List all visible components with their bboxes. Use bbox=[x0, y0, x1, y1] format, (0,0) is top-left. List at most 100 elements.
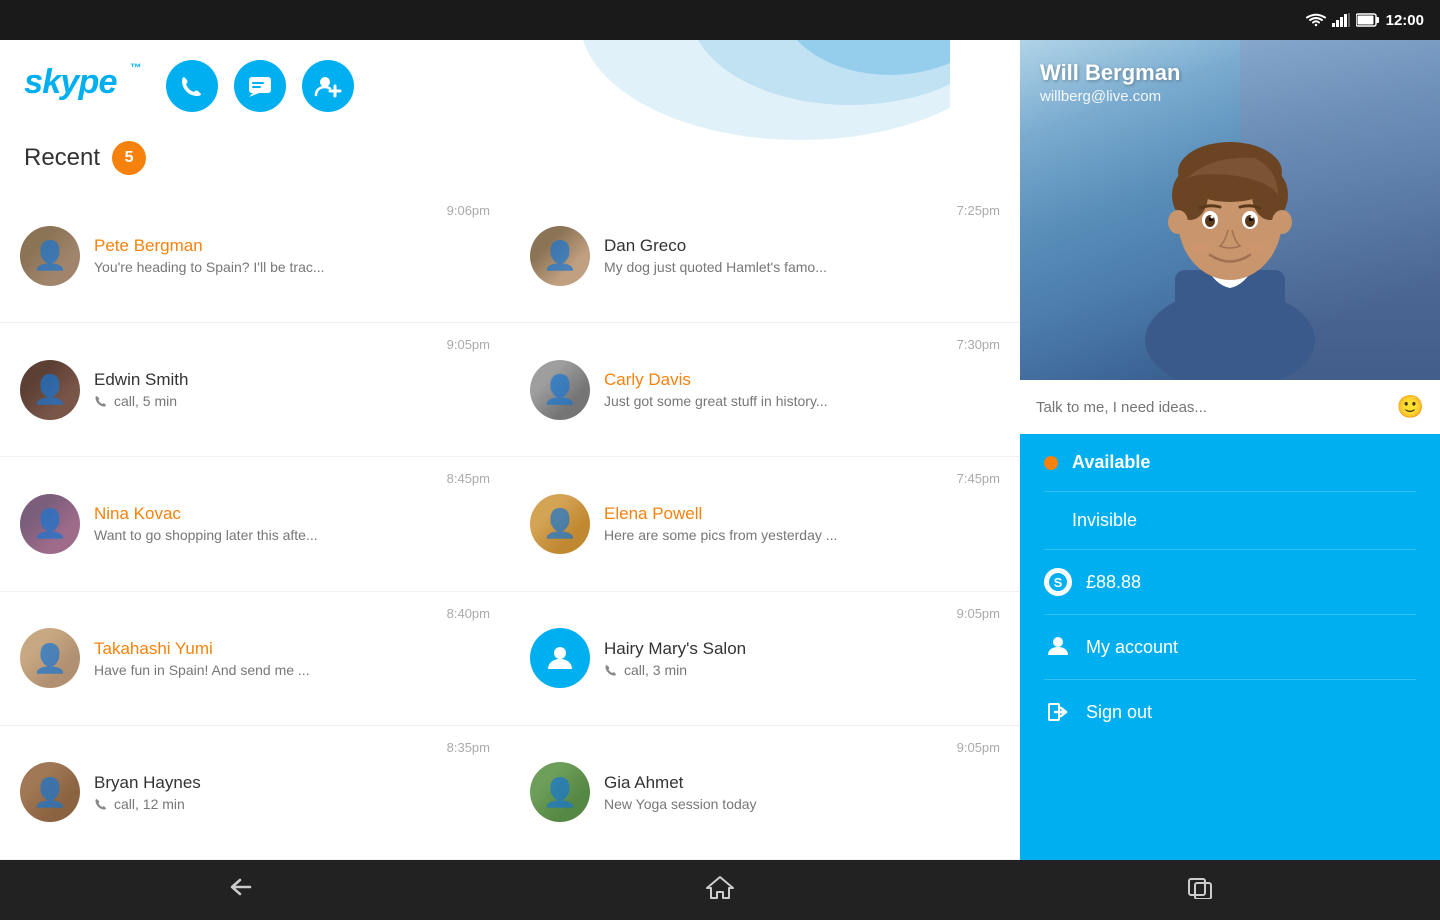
conv-info-nina: Nina Kovac Want to go shopping later thi… bbox=[94, 504, 433, 543]
conv-info-carly: Carly Davis Just got some great stuff in… bbox=[604, 370, 943, 409]
conversation-item-elena[interactable]: 👤 Elena Powell Here are some pics from y… bbox=[510, 457, 1020, 591]
available-status-item[interactable]: Available bbox=[1020, 434, 1440, 491]
conv-preview-taka: Have fun in Spain! And send me ... bbox=[94, 662, 433, 678]
battery-icon bbox=[1356, 13, 1380, 27]
conv-preview-gia: New Yoga session today bbox=[604, 796, 943, 812]
avatar-gia: 👤 bbox=[530, 762, 590, 822]
conversation-item-gia[interactable]: 👤 Gia Ahmet New Yoga session today 9:05p… bbox=[510, 726, 1020, 860]
recent-badge: 5 bbox=[112, 141, 146, 175]
conv-name-edwin: Edwin Smith bbox=[94, 370, 433, 390]
emoji-icon: 🙂 bbox=[1397, 394, 1424, 420]
conversation-item-hairy[interactable]: Hairy Mary's Salon call, 3 min 9:05pm bbox=[510, 592, 1020, 726]
back-button[interactable] bbox=[205, 867, 275, 914]
left-panel: skype ™ bbox=[0, 40, 1020, 860]
conv-name-gia: Gia Ahmet bbox=[604, 773, 943, 793]
avatar-nina: 👤 bbox=[20, 494, 80, 554]
conversation-item-taka[interactable]: 👤 Takahashi Yumi Have fun in Spain! And … bbox=[0, 592, 510, 726]
profile-photo-area: Will Bergman willberg@live.com bbox=[1020, 40, 1440, 380]
avatar-taka: 👤 bbox=[20, 628, 80, 688]
recent-apps-button[interactable] bbox=[1165, 867, 1235, 914]
conv-info-hairy: Hairy Mary's Salon call, 3 min bbox=[604, 639, 943, 678]
profile-avatar-illustration bbox=[1120, 100, 1340, 380]
avatar-elena: 👤 bbox=[530, 494, 590, 554]
skype-coin-icon: S bbox=[1044, 568, 1072, 596]
conv-info-bryan: Bryan Haynes call, 12 min bbox=[94, 773, 433, 812]
conv-name-elena: Elena Powell bbox=[604, 504, 943, 524]
svg-text:S: S bbox=[1054, 575, 1063, 590]
status-section: Available Invisible S £88.88 bbox=[1020, 434, 1440, 744]
my-account-label: My account bbox=[1086, 637, 1178, 658]
skype-logo: skype ™ bbox=[20, 56, 150, 115]
conv-time-carly: 7:30pm bbox=[957, 335, 1000, 352]
status-bar: 12:00 bbox=[0, 0, 1440, 40]
recent-header: Recent 5 bbox=[0, 131, 1020, 189]
conversation-item-dan[interactable]: 👤 Dan Greco My dog just quoted Hamlet's … bbox=[510, 189, 1020, 323]
call-info-edwin: call, 5 min bbox=[94, 393, 433, 409]
my-account-item[interactable]: My account bbox=[1020, 615, 1440, 679]
right-panel: Will Bergman willberg@live.com bbox=[1020, 40, 1440, 860]
conv-info-gia: Gia Ahmet New Yoga session today bbox=[604, 773, 943, 812]
conv-preview-hairy: call, 3 min bbox=[624, 662, 687, 678]
conversation-item-bryan[interactable]: 👤 Bryan Haynes call, 12 min 8:35pm bbox=[0, 726, 510, 860]
conv-name-carly: Carly Davis bbox=[604, 370, 943, 390]
conversations-list: 👤 Pete Bergman You're heading to Spain? … bbox=[0, 189, 1020, 860]
conversation-item-carly[interactable]: 👤 Carly Davis Just got some great stuff … bbox=[510, 323, 1020, 457]
mood-input-area[interactable]: 🙂 bbox=[1020, 380, 1440, 434]
conversation-item-pete[interactable]: 👤 Pete Bergman You're heading to Spain? … bbox=[0, 189, 510, 323]
mood-text-input[interactable] bbox=[1036, 399, 1387, 416]
conv-preview-carly: Just got some great stuff in history... bbox=[604, 393, 943, 409]
conv-time-elena: 7:45pm bbox=[957, 469, 1000, 486]
avatar-pete: 👤 bbox=[20, 226, 80, 286]
conv-preview-nina: Want to go shopping later this afte... bbox=[94, 527, 433, 543]
invisible-label: Invisible bbox=[1072, 510, 1137, 531]
conv-preview-edwin: call, 5 min bbox=[114, 393, 177, 409]
message-button[interactable] bbox=[234, 60, 286, 112]
conversation-item-nina[interactable]: 👤 Nina Kovac Want to go shopping later t… bbox=[0, 457, 510, 591]
conv-preview-pete: You're heading to Spain? I'll be trac... bbox=[94, 259, 433, 275]
sign-out-label: Sign out bbox=[1086, 702, 1152, 723]
available-label: Available bbox=[1072, 452, 1150, 473]
home-button[interactable] bbox=[685, 866, 755, 915]
conv-preview-elena: Here are some pics from yesterday ... bbox=[604, 527, 943, 543]
conv-info-pete: Pete Bergman You're heading to Spain? I'… bbox=[94, 236, 433, 275]
avatar-carly: 👤 bbox=[530, 360, 590, 420]
sign-out-item[interactable]: Sign out bbox=[1020, 680, 1440, 744]
conv-info-dan: Dan Greco My dog just quoted Hamlet's fa… bbox=[604, 236, 943, 275]
conv-info-taka: Takahashi Yumi Have fun in Spain! And se… bbox=[94, 639, 433, 678]
avatar-bryan: 👤 bbox=[20, 762, 80, 822]
add-contact-button[interactable] bbox=[302, 60, 354, 112]
conv-preview-dan: My dog just quoted Hamlet's famo... bbox=[604, 259, 943, 275]
conv-time-edwin: 9:05pm bbox=[447, 335, 490, 352]
conv-name-bryan: Bryan Haynes bbox=[94, 773, 433, 793]
conv-time-nina: 8:45pm bbox=[447, 469, 490, 486]
call-info-hairy: call, 3 min bbox=[604, 662, 943, 678]
conv-time-pete: 9:06pm bbox=[447, 201, 490, 218]
credits-item[interactable]: S £88.88 bbox=[1020, 550, 1440, 614]
call-button[interactable] bbox=[166, 60, 218, 112]
conv-preview-bryan: call, 12 min bbox=[114, 796, 185, 812]
conversation-item-edwin[interactable]: 👤 Edwin Smith call, 5 min 9:05pm bbox=[0, 323, 510, 457]
conv-info-edwin: Edwin Smith call, 5 min bbox=[94, 370, 433, 409]
profile-email: willberg@live.com bbox=[1040, 88, 1420, 105]
svg-text:™: ™ bbox=[130, 62, 141, 74]
conv-name-pete: Pete Bergman bbox=[94, 236, 433, 256]
toolbar: skype ™ bbox=[0, 40, 1020, 131]
svg-text:skype: skype bbox=[24, 63, 117, 101]
my-account-icon bbox=[1044, 633, 1072, 661]
conv-name-dan: Dan Greco bbox=[604, 236, 943, 256]
conv-name-hairy: Hairy Mary's Salon bbox=[604, 639, 943, 659]
invisible-status-item[interactable]: Invisible bbox=[1020, 492, 1440, 549]
status-icons: 12:00 bbox=[1306, 12, 1424, 29]
call-info-bryan: call, 12 min bbox=[94, 796, 433, 812]
sign-out-icon bbox=[1044, 698, 1072, 726]
signal-icon bbox=[1332, 13, 1350, 27]
conv-info-elena: Elena Powell Here are some pics from yes… bbox=[604, 504, 943, 543]
avatar-edwin: 👤 bbox=[20, 360, 80, 420]
wifi-icon bbox=[1306, 13, 1326, 27]
conv-name-taka: Takahashi Yumi bbox=[94, 639, 433, 659]
recent-label: Recent bbox=[24, 144, 100, 172]
credits-label: £88.88 bbox=[1086, 572, 1141, 593]
conv-time-taka: 8:40pm bbox=[447, 604, 490, 621]
nav-bar bbox=[0, 860, 1440, 920]
status-time: 12:00 bbox=[1386, 12, 1424, 29]
